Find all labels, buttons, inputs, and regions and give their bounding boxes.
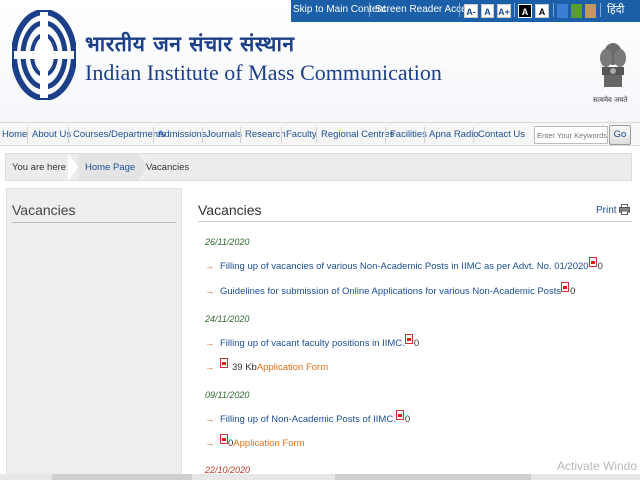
horizontal-scrollbar[interactable]	[0, 474, 640, 480]
accessibility-bar: Skip to Main Content Screen Reader Acces…	[0, 0, 640, 22]
vacancy-entry[interactable]: → Filling up of Non-Academic Posts of IIM…	[205, 410, 411, 425]
nav-divider	[202, 127, 203, 143]
nav-divider	[424, 127, 425, 143]
nav-research[interactable]: Research	[245, 129, 286, 140]
separator	[459, 3, 460, 17]
nav-divider	[385, 127, 386, 143]
bullet-arrow-icon: →	[205, 438, 214, 448]
download-count: 0	[413, 338, 420, 349]
breadcrumb-home-link[interactable]: Home Page	[85, 162, 135, 173]
download-count: 0	[597, 261, 603, 272]
nav-apna-radio[interactable]: Apna Radio	[429, 129, 479, 140]
bullet-arrow-icon: →	[205, 414, 214, 424]
pdf-icon[interactable]	[404, 334, 413, 344]
separator	[369, 3, 370, 17]
theme-brown-swatch[interactable]	[585, 4, 596, 18]
vacancy-entry[interactable]: → Guidelines for submission of Online App…	[205, 282, 576, 297]
vacancy-link[interactable]: Filling up of vacant faculty positions i…	[220, 338, 405, 349]
printer-icon[interactable]	[619, 204, 630, 215]
pdf-icon[interactable]	[395, 410, 404, 420]
vacancy-link[interactable]: Guidelines for submission of Online Appl…	[220, 286, 561, 297]
screen-reader-link[interactable]: Screen Reader Access	[375, 4, 477, 15]
breadcrumb-current: Vacancies	[146, 162, 190, 173]
font-normal-button[interactable]: A	[481, 4, 494, 18]
vacancy-entry[interactable]: → Filling up of vacant faculty positions …	[205, 334, 420, 349]
nav-faculty[interactable]: Faculty	[286, 129, 317, 140]
sidebar-title: Vacancies	[12, 202, 76, 218]
nav-regional-centres[interactable]: Regional Centres	[321, 129, 394, 140]
print-link[interactable]: Print	[596, 205, 617, 216]
nav-divider	[281, 127, 282, 143]
search-input[interactable]	[534, 126, 608, 144]
main-navigation: Home About Us Courses/Departments Admiss…	[0, 122, 640, 146]
bullet-arrow-icon: →	[205, 261, 214, 271]
breadcrumb-separator	[68, 153, 78, 181]
theme-blue-swatch[interactable]	[557, 4, 568, 18]
vacancy-date: 24/11/2020	[205, 314, 250, 324]
separator	[553, 3, 554, 17]
nav-about-us[interactable]: About Us	[32, 129, 71, 140]
separator	[600, 3, 601, 17]
bullet-arrow-icon: →	[205, 338, 214, 348]
page-title: Vacancies	[198, 202, 262, 218]
pdf-icon[interactable]	[220, 358, 228, 368]
vacancy-link[interactable]: Filling up of vacancies of various Non-A…	[220, 261, 589, 272]
pdf-icon[interactable]	[588, 257, 597, 267]
download-count: 0	[404, 414, 411, 425]
high-contrast-button[interactable]: A	[518, 4, 532, 18]
title-divider	[198, 221, 632, 222]
bullet-arrow-icon: →	[205, 286, 214, 296]
file-size: 39 Kb	[232, 362, 257, 373]
breadcrumb: You are here : Home Page Vacancies	[5, 153, 632, 181]
nav-divider	[153, 127, 154, 143]
hindi-language-link[interactable]: हिंदी	[607, 2, 624, 17]
vacancy-link[interactable]: Filling up of Non-Academic Posts of IIMC…	[220, 414, 396, 425]
nav-journals[interactable]: Journals	[206, 129, 242, 140]
nav-divider	[240, 127, 241, 143]
vacancy-date: 09/11/2020	[205, 390, 250, 400]
national-emblem-icon	[600, 43, 626, 87]
download-count: 0	[570, 286, 576, 297]
institute-hindi-name: भारतीय जन संचार संस्थान	[85, 32, 295, 56]
application-form-link[interactable]: Application Form	[233, 438, 304, 449]
font-decrease-button[interactable]: A-	[464, 4, 478, 18]
pdf-icon[interactable]	[220, 434, 228, 444]
search-go-button[interactable]: Go	[609, 125, 631, 145]
nav-divider	[473, 127, 474, 143]
separator	[514, 3, 515, 17]
nav-divider	[68, 127, 69, 143]
nav-divider	[316, 127, 317, 143]
sidebar-divider	[12, 222, 176, 223]
theme-green-swatch[interactable]	[571, 4, 582, 18]
vacancy-date: 26/11/2020	[205, 237, 250, 247]
application-form-link[interactable]: Application Form	[257, 362, 328, 373]
nav-divider	[27, 127, 28, 143]
vacancy-entry[interactable]: → Filling up of vacancies of various Non-…	[205, 257, 603, 272]
breadcrumb-prefix: You are here :	[12, 162, 72, 173]
nav-admissions[interactable]: Admissions	[158, 129, 207, 140]
normal-contrast-button[interactable]: A	[535, 4, 549, 18]
skip-to-main-link[interactable]: Skip to Main Content	[293, 4, 386, 15]
scrollbar-thumb[interactable]	[52, 474, 192, 480]
institute-english-name: Indian Institute of Mass Communication	[85, 60, 442, 85]
emblem-motto: सत्यमेव जयते	[593, 96, 628, 104]
vacancy-entry[interactable]: → 39 KbApplication Form	[205, 358, 328, 373]
nav-facilities[interactable]: Facilities	[390, 129, 427, 140]
sidebar: Vacancies	[6, 188, 182, 480]
iimc-logo-icon[interactable]	[12, 10, 76, 100]
font-increase-button[interactable]: A+	[497, 4, 511, 18]
nav-courses-departments[interactable]: Courses/Departments	[73, 129, 165, 140]
windows-activation-watermark: Activate Windo	[557, 459, 638, 473]
nav-home[interactable]: Home	[2, 129, 27, 140]
pdf-icon[interactable]	[561, 282, 570, 292]
bullet-arrow-icon: →	[205, 362, 214, 372]
nav-contact-us[interactable]: Contact Us	[478, 129, 525, 140]
vacancy-entry[interactable]: → 0Application Form	[205, 434, 305, 449]
scrollbar-segment	[335, 474, 531, 480]
